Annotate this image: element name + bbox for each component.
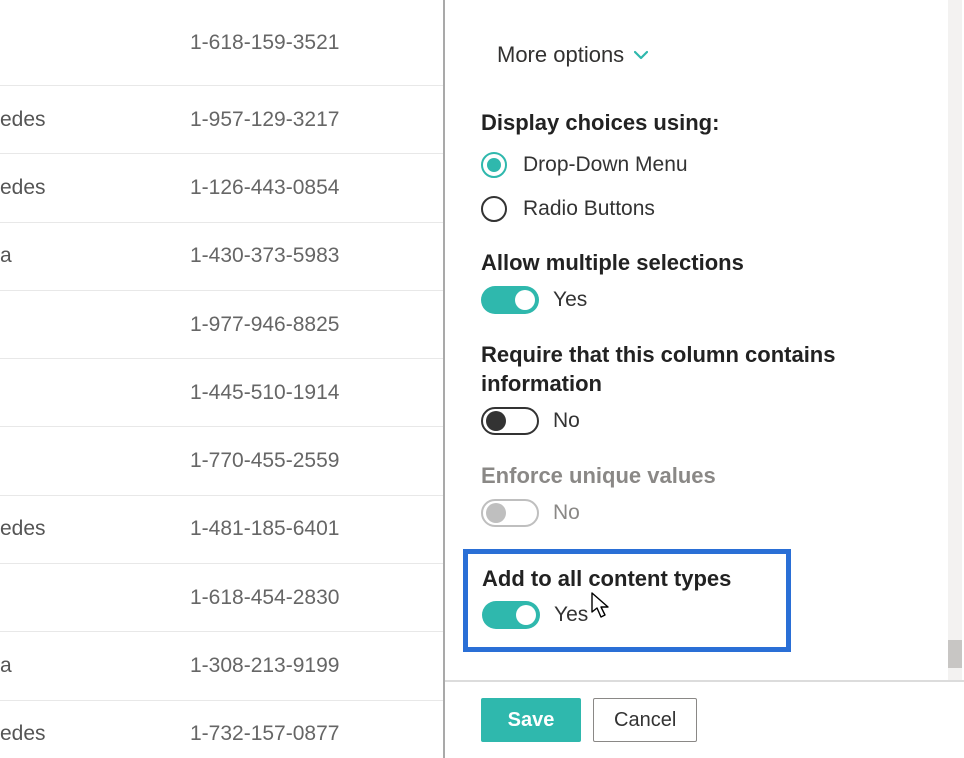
row-phone: 1-618-454-2830 bbox=[190, 586, 339, 610]
all-content-types-value: Yes bbox=[554, 603, 588, 627]
require-info-label: Require that this column contains inform… bbox=[481, 340, 928, 399]
allow-multiple-value: Yes bbox=[553, 288, 587, 312]
enforce-unique-toggle bbox=[481, 499, 539, 527]
radio-dropdown-label: Drop-Down Menu bbox=[523, 153, 688, 177]
row-phone: 1-126-443-0854 bbox=[190, 176, 339, 200]
row-phone: 1-618-159-3521 bbox=[190, 31, 339, 55]
row-make: a bbox=[0, 244, 40, 268]
row-phone: 1-445-510-1914 bbox=[190, 381, 339, 405]
row-phone: 1-481-185-6401 bbox=[190, 517, 339, 541]
row-phone: 1-308-213-9199 bbox=[190, 654, 339, 678]
allow-multiple-toggle[interactable] bbox=[481, 286, 539, 314]
row-make: edes bbox=[0, 176, 40, 200]
require-info-value: No bbox=[553, 409, 580, 433]
row-make: a bbox=[0, 654, 40, 678]
radio-radiobuttons[interactable]: Radio Buttons bbox=[481, 196, 928, 222]
more-options-label: More options bbox=[497, 42, 624, 68]
panel-footer: Save Cancel bbox=[445, 680, 964, 758]
display-choices-heading: Display choices using: bbox=[481, 110, 928, 136]
chevron-down-icon bbox=[634, 48, 648, 62]
more-options-toggle[interactable]: More options bbox=[481, 42, 648, 68]
all-content-types-label: Add to all content types bbox=[482, 564, 772, 594]
all-content-types-toggle[interactable] bbox=[482, 601, 540, 629]
save-button[interactable]: Save bbox=[481, 698, 581, 742]
radio-icon-selected bbox=[481, 152, 507, 178]
radio-icon-unselected bbox=[481, 196, 507, 222]
row-phone: 1-957-129-3217 bbox=[190, 108, 339, 132]
row-phone: 1-770-455-2559 bbox=[190, 449, 339, 473]
radio-dropdown[interactable]: Drop-Down Menu bbox=[481, 152, 928, 178]
cancel-button[interactable]: Cancel bbox=[593, 698, 697, 742]
column-settings-panel: More options Display choices using: Drop… bbox=[443, 0, 964, 758]
row-phone: 1-732-157-0877 bbox=[190, 722, 339, 746]
allow-multiple-label: Allow multiple selections bbox=[481, 248, 928, 278]
row-make: edes bbox=[0, 108, 40, 132]
row-make: edes bbox=[0, 517, 40, 541]
enforce-unique-value: No bbox=[553, 501, 580, 525]
enforce-unique-label: Enforce unique values bbox=[481, 461, 928, 491]
row-make: edes bbox=[0, 722, 40, 746]
require-info-toggle[interactable] bbox=[481, 407, 539, 435]
row-phone: 1-977-946-8825 bbox=[190, 313, 339, 337]
radio-radiobuttons-label: Radio Buttons bbox=[523, 197, 655, 221]
highlight-add-content-types: Add to all content types Yes bbox=[463, 549, 791, 653]
row-phone: 1-430-373-5983 bbox=[190, 244, 339, 268]
